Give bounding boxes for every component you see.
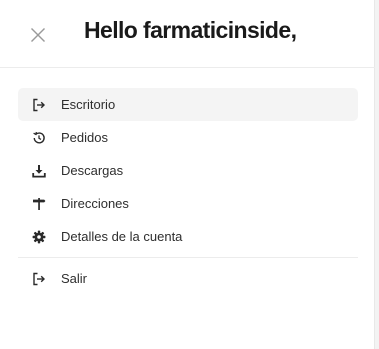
close-button[interactable] xyxy=(26,23,50,47)
menu-item-direcciones[interactable]: Direcciones xyxy=(18,187,358,220)
close-icon xyxy=(31,28,45,42)
menu-item-label: Pedidos xyxy=(61,130,108,145)
download-icon xyxy=(18,164,60,178)
greeting-title: Hello farmaticinside, xyxy=(84,17,297,43)
menu-item-label: Direcciones xyxy=(61,196,129,211)
account-side-panel: Hello farmaticinside, Escritorio Pedidos… xyxy=(0,0,375,349)
signpost-icon xyxy=(18,197,60,211)
menu-item-escritorio[interactable]: Escritorio xyxy=(18,88,358,121)
menu-divider xyxy=(18,257,358,258)
menu-item-detalles-cuenta[interactable]: Detalles de la cuenta xyxy=(18,220,358,253)
menu-item-label: Detalles de la cuenta xyxy=(61,229,183,244)
scrollbar[interactable] xyxy=(375,0,379,349)
menu-item-label: Descargas xyxy=(61,163,124,178)
menu-item-descargas[interactable]: Descargas xyxy=(18,154,358,187)
logout-arrow-icon xyxy=(18,98,60,112)
menu-item-pedidos[interactable]: Pedidos xyxy=(18,121,358,154)
panel-header: Hello farmaticinside, xyxy=(0,0,375,68)
account-menu: Escritorio Pedidos Descargas Direcciones… xyxy=(18,88,358,295)
gear-icon xyxy=(18,230,60,244)
menu-item-label: Salir xyxy=(61,271,88,286)
menu-item-salir[interactable]: Salir xyxy=(18,262,358,295)
menu-item-label: Escritorio xyxy=(61,97,116,112)
logout-arrow-icon xyxy=(18,272,60,286)
history-icon xyxy=(18,131,60,145)
